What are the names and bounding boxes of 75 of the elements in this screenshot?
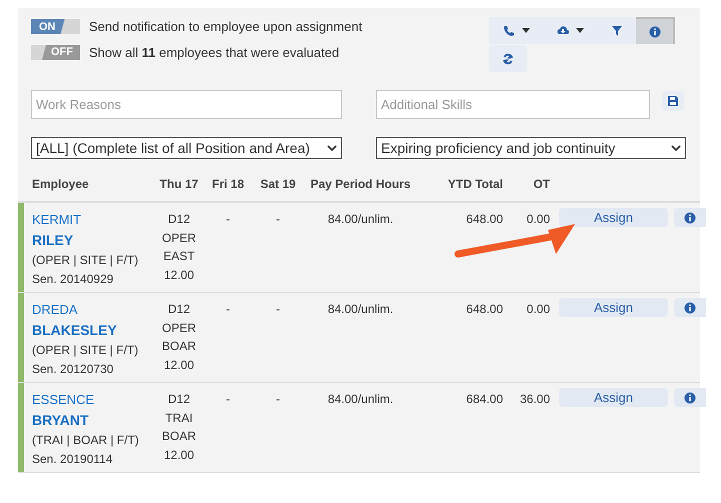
info-button[interactable] — [636, 17, 675, 44]
info-icon — [684, 392, 696, 404]
toggle-switch[interactable]: ON — [31, 19, 80, 34]
info-button[interactable] — [674, 298, 706, 317]
shift-detail: BOAR — [162, 338, 196, 355]
shift-detail: EAST — [163, 248, 195, 265]
overtime-cell: 0.00 — [526, 302, 550, 316]
day-cell: - — [226, 212, 230, 226]
day-cell: - — [276, 212, 280, 226]
employee-last-name-link[interactable]: BLAKESLEY — [32, 319, 117, 341]
column-header: Sat 19 — [260, 177, 296, 191]
toggle-label: Show all 11 employees that were evaluated — [89, 44, 340, 62]
shift-detail: D12 — [168, 301, 190, 318]
caret-icon — [522, 28, 530, 33]
shift-detail: BOAR — [162, 428, 196, 445]
toggle-label: Send notification to employee upon assignment — [89, 18, 362, 36]
overtime-cell: 0.00 — [526, 212, 550, 226]
toggle-switch[interactable]: OFF — [31, 44, 80, 60]
assign-button[interactable]: Assign — [559, 208, 668, 227]
chevron-down-icon — [327, 144, 337, 152]
filter-icon — [610, 24, 622, 36]
info-icon — [684, 212, 696, 224]
column-header: OT — [533, 177, 550, 191]
work-reasons-field[interactable]: Work Reasons — [31, 90, 342, 119]
employee-details: (TRAI | BOAR | F/T) — [32, 432, 139, 449]
info-button[interactable] — [674, 208, 706, 227]
pay-period-hours-cell: 84.00/unlim. — [328, 212, 394, 226]
info-button[interactable] — [674, 388, 706, 407]
ytd-total-cell: 648.00 — [466, 212, 503, 226]
info-icon — [648, 26, 660, 38]
shift-detail: 12.00 — [164, 446, 194, 464]
employee-first-name-link[interactable]: DREDA — [32, 300, 78, 319]
cloud-download-icon — [556, 24, 568, 36]
shift-detail: D12 — [168, 391, 190, 408]
shift-detail: D12 — [168, 211, 190, 228]
employee-first-name-link[interactable]: KERMIT — [32, 210, 82, 229]
day-cell: - — [226, 392, 230, 406]
assign-button[interactable]: Assign — [559, 298, 668, 317]
shift-detail: OPER — [162, 320, 196, 336]
seniority-text: Sen. 20190114 — [32, 451, 113, 468]
day-cell: - — [276, 392, 280, 406]
column-header: Thu 17 — [160, 177, 198, 191]
ytd-total-cell: 684.00 — [466, 392, 503, 406]
assign-button[interactable]: Assign — [559, 388, 668, 407]
save-button[interactable] — [662, 90, 684, 110]
overtime-cell: 36.00 — [520, 392, 550, 406]
info-icon — [684, 302, 696, 314]
shift-detail: 12.00 — [164, 356, 194, 374]
column-header: Employee — [32, 177, 89, 191]
employee-last-name-link[interactable]: BRYANT — [32, 409, 89, 431]
employee-details: (OPER | SITE | F/T) — [32, 252, 138, 269]
additional-skills-field[interactable]: Additional Skills — [376, 90, 650, 119]
shift-detail: OPER — [162, 230, 196, 246]
day-cell: - — [276, 302, 280, 316]
seniority-text: Sen. 20120730 — [32, 361, 114, 378]
column-header: YTD Total — [448, 177, 503, 191]
shift-detail: 12.00 — [164, 266, 194, 284]
ytd-total-cell: 648.00 — [466, 302, 503, 316]
position-dropdown[interactable]: [ALL] (Complete list of all Position and Area) — [31, 137, 342, 159]
refresh-button[interactable] — [489, 45, 527, 72]
phone-icon — [502, 24, 514, 36]
employee-details: (OPER | SITE | F/T) — [32, 342, 138, 359]
shift-detail: TRAI — [165, 410, 193, 426]
pay-period-hours-cell: 84.00/unlim. — [328, 302, 394, 316]
employee-first-name-link[interactable]: ESSENCE — [32, 390, 94, 409]
column-header: Pay Period Hours — [310, 177, 411, 191]
proficiency-dropdown[interactable]: Expiring proficiency and job continuity — [376, 137, 686, 159]
column-header: Fri 18 — [212, 177, 244, 191]
day-cell: - — [226, 302, 230, 316]
caret-icon — [576, 28, 584, 33]
seniority-text: Sen. 20140929 — [32, 271, 114, 288]
pay-period-hours-cell: 84.00/unlim. — [328, 392, 394, 406]
employee-last-name-link[interactable]: RILEY — [32, 229, 74, 251]
chevron-down-icon — [671, 144, 681, 152]
refresh-icon — [502, 52, 514, 64]
